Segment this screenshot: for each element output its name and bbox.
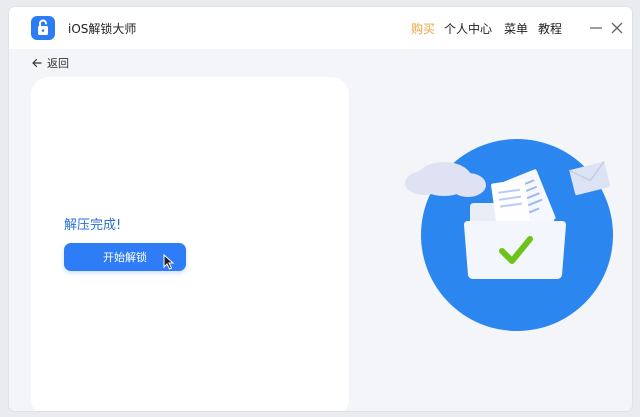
status-text: 解压完成! [64,218,122,233]
title-bar: iOS解锁大师 购买 个人中心 菜单 教程 [9,7,632,49]
lock-icon [38,19,48,35]
back-label: 返回 [47,57,69,70]
arrow-left-icon [32,58,42,68]
back-button[interactable]: 返回 [31,55,69,71]
content-card: 解压完成! 开始解锁 [31,77,349,411]
nav-personal-center[interactable]: 个人中心 [444,20,492,37]
app-window: iOS解锁大师 购买 个人中心 菜单 教程 返回 解压完成! 开始解锁 [9,7,632,411]
cursor-icon [163,254,175,270]
close-button[interactable] [608,19,626,37]
folder-illustration [405,139,613,331]
nav-menu[interactable]: 菜单 [504,20,528,37]
close-icon [611,22,623,34]
nav-buy[interactable]: 购买 [411,20,435,37]
nav-tutorial[interactable]: 教程 [538,20,562,37]
minimize-button[interactable] [587,19,605,37]
app-title: iOS解锁大师 [68,22,137,36]
app-logo [31,16,55,40]
minimize-icon [590,27,602,29]
